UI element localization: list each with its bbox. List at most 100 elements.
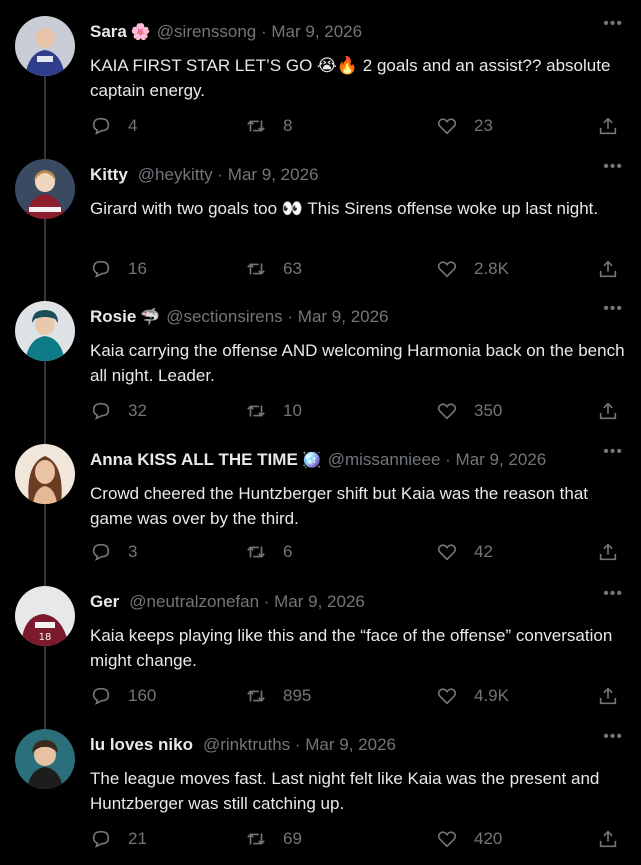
share-button[interactable] bbox=[597, 258, 619, 280]
tweet[interactable]: lu loves niko @rinktruths · Mar 9, 2026 •… bbox=[0, 713, 641, 865]
retweet-button[interactable]: 6 bbox=[245, 541, 292, 563]
separator-dot: · bbox=[440, 450, 456, 469]
action-bar: 160 895 4.9K bbox=[90, 685, 630, 709]
action-bar: 32 10 350 bbox=[90, 400, 630, 424]
share-button[interactable] bbox=[597, 400, 619, 422]
retweet-icon bbox=[247, 690, 265, 702]
share-button[interactable] bbox=[597, 541, 619, 563]
action-bar: 4 8 23 bbox=[90, 115, 630, 139]
retweet-button[interactable]: 10 bbox=[245, 400, 302, 422]
display-name[interactable]: Anna KISS ALL THE TIME bbox=[90, 450, 298, 469]
reply-count: 21 bbox=[128, 829, 147, 848]
more-icon[interactable]: ••• bbox=[603, 584, 623, 604]
reply-button[interactable]: 32 bbox=[90, 400, 147, 422]
reply-button[interactable]: 21 bbox=[90, 828, 147, 850]
retweet-icon bbox=[247, 546, 265, 558]
separator-dot: · bbox=[256, 22, 272, 41]
display-name[interactable]: Sara bbox=[90, 22, 127, 41]
handle[interactable]: @heykitty bbox=[138, 165, 213, 184]
handle[interactable]: @rinktruths bbox=[203, 735, 290, 754]
more-icon[interactable]: ••• bbox=[603, 727, 623, 747]
tweet[interactable]: Kitty @heykitty · Mar 9, 2026 ••• Girard … bbox=[0, 143, 641, 285]
tweet-text: Kaia carrying the offense AND welcoming … bbox=[90, 341, 625, 385]
display-name[interactable]: Kitty bbox=[90, 165, 128, 184]
handle[interactable]: @missannieee bbox=[328, 450, 441, 469]
retweet-icon bbox=[247, 405, 265, 417]
retweet-button[interactable]: 63 bbox=[245, 258, 302, 280]
timestamp[interactable]: Mar 9, 2026 bbox=[305, 735, 396, 754]
retweet-count: 895 bbox=[283, 686, 312, 705]
avatar[interactable] bbox=[15, 159, 75, 219]
thread-line bbox=[44, 219, 46, 285]
more-icon[interactable]: ••• bbox=[603, 157, 623, 177]
avatar[interactable] bbox=[15, 729, 75, 789]
separator-dot: · bbox=[290, 735, 306, 754]
avatar[interactable] bbox=[15, 16, 75, 76]
handle[interactable]: @sirenssong bbox=[157, 22, 256, 41]
share-icon bbox=[599, 830, 617, 848]
retweet-count: 10 bbox=[283, 401, 302, 420]
like-button[interactable]: 4.9K bbox=[436, 685, 509, 707]
retweet-count: 63 bbox=[283, 259, 302, 278]
tweet-header: Kitty @heykitty · Mar 9, 2026 bbox=[90, 164, 319, 186]
tweet[interactable]: Anna KISS ALL THE TIME 🪩 @missannieee · Ma… bbox=[0, 428, 641, 570]
reply-icon bbox=[92, 830, 110, 848]
thread-line bbox=[44, 646, 46, 713]
reply-button[interactable]: 3 bbox=[90, 541, 137, 563]
more-icon[interactable]: ••• bbox=[603, 14, 623, 34]
handle[interactable]: @neutralzonefan bbox=[129, 592, 259, 611]
separator-dot: · bbox=[282, 307, 298, 326]
more-icon[interactable]: ••• bbox=[603, 299, 623, 319]
display-name[interactable]: Rosie bbox=[90, 307, 136, 326]
reply-button[interactable]: 4 bbox=[90, 115, 137, 137]
handle[interactable]: @sectionsirens bbox=[166, 307, 282, 326]
timestamp[interactable]: Mar 9, 2026 bbox=[298, 307, 389, 326]
share-button[interactable] bbox=[597, 115, 619, 137]
timestamp[interactable]: Mar 9, 2026 bbox=[271, 22, 362, 41]
thread-line bbox=[44, 428, 46, 444]
like-button[interactable]: 2.8K bbox=[436, 258, 509, 280]
tweet[interactable]: Rosie 🦈 @sectionsirens · Mar 9, 2026 ••• K… bbox=[0, 285, 641, 428]
retweet-count: 69 bbox=[283, 829, 302, 848]
like-button[interactable]: 350 bbox=[436, 400, 502, 422]
reply-icon bbox=[92, 402, 110, 420]
tweet[interactable]: Sara 🌸 @sirenssong · Mar 9, 2026 ••• KAIA … bbox=[0, 0, 641, 143]
share-button[interactable] bbox=[597, 828, 619, 850]
tweet[interactable]: 18 Ger @neutralzonefan · Mar 9, 2026 ••• … bbox=[0, 570, 641, 713]
like-button[interactable]: 23 bbox=[436, 115, 493, 137]
timestamp[interactable]: Mar 9, 2026 bbox=[228, 165, 319, 184]
display-name[interactable]: lu loves niko bbox=[90, 735, 193, 754]
like-count: 23 bbox=[474, 116, 493, 135]
share-icon bbox=[599, 543, 617, 561]
name-emoji: 🦈 bbox=[140, 307, 161, 326]
share-icon bbox=[599, 260, 617, 278]
like-button[interactable]: 42 bbox=[436, 541, 493, 563]
tweet-text: KAIA FIRST STAR LET’S GO 😭🔥 2 goals and … bbox=[90, 56, 611, 100]
more-icon[interactable]: ••• bbox=[603, 442, 623, 462]
reply-icon bbox=[92, 687, 110, 705]
retweet-button[interactable]: 895 bbox=[245, 685, 311, 707]
timestamp[interactable]: Mar 9, 2026 bbox=[274, 592, 365, 611]
tweet-header: Anna KISS ALL THE TIME 🪩 @missannieee · Ma… bbox=[90, 449, 546, 471]
action-bar: 16 63 2.8K bbox=[90, 258, 630, 282]
retweet-icon bbox=[247, 263, 265, 275]
share-icon bbox=[599, 687, 617, 705]
display-name[interactable]: Ger bbox=[90, 592, 119, 611]
share-button[interactable] bbox=[597, 685, 619, 707]
timestamp[interactable]: Mar 9, 2026 bbox=[456, 450, 547, 469]
svg-text:18: 18 bbox=[39, 632, 52, 643]
reply-count: 4 bbox=[128, 116, 138, 135]
avatar[interactable] bbox=[15, 444, 75, 504]
separator-dot: · bbox=[259, 592, 275, 611]
avatar[interactable]: 18 bbox=[15, 586, 75, 646]
heart-icon bbox=[437, 831, 457, 848]
reply-button[interactable]: 160 bbox=[90, 685, 156, 707]
tweet-text: Kaia keeps playing like this and the “fa… bbox=[90, 626, 613, 670]
retweet-button[interactable]: 69 bbox=[245, 828, 302, 850]
retweet-button[interactable]: 8 bbox=[245, 115, 292, 137]
tweet-header: lu loves niko @rinktruths · Mar 9, 2026 bbox=[90, 734, 396, 756]
heart-icon bbox=[437, 544, 457, 561]
avatar[interactable] bbox=[15, 301, 75, 361]
like-button[interactable]: 420 bbox=[436, 828, 502, 850]
reply-button[interactable]: 16 bbox=[90, 258, 147, 280]
